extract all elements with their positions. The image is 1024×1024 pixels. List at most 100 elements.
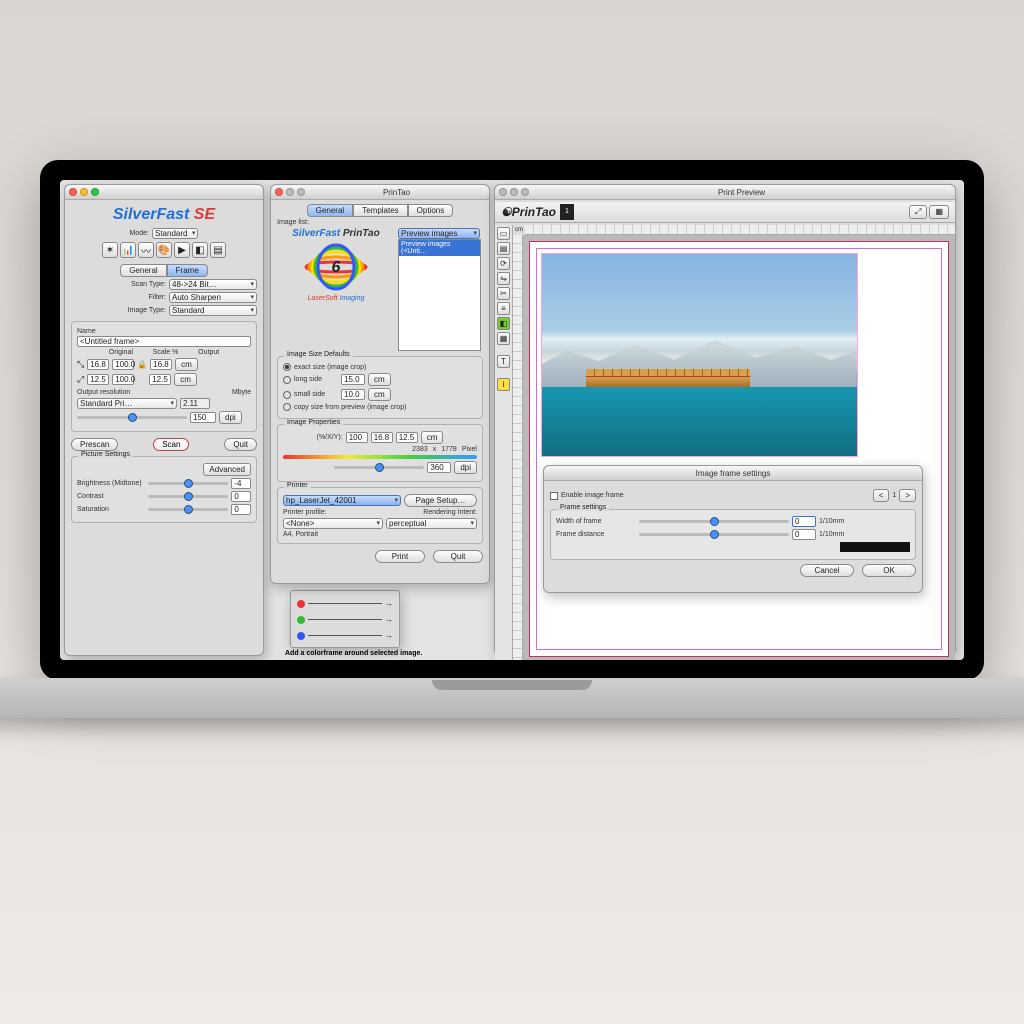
zoom-icon[interactable] xyxy=(521,188,529,196)
distance-field[interactable]: 0 xyxy=(792,529,816,540)
tool-icon-curve[interactable]: 〰 xyxy=(138,242,154,258)
tool-icon-1[interactable]: ✶ xyxy=(102,242,118,258)
long-field[interactable]: 15.0 xyxy=(341,374,365,385)
color-swatch[interactable] xyxy=(840,542,910,552)
mode-select[interactable]: Standard xyxy=(152,228,198,239)
x-field[interactable]: 16.8 xyxy=(371,432,393,443)
tool-text-icon[interactable]: T xyxy=(497,355,510,368)
filter-select[interactable]: Auto Sharpen xyxy=(169,292,257,303)
long-unit[interactable]: cm xyxy=(368,373,391,386)
tab-frame[interactable]: Frame xyxy=(167,264,208,277)
close-icon[interactable] xyxy=(499,188,507,196)
props-dpi-slider[interactable] xyxy=(334,466,424,469)
nav-next-button[interactable]: > xyxy=(899,489,916,502)
ok-button[interactable]: OK xyxy=(862,564,916,577)
tool-icon-7[interactable]: ▤ xyxy=(210,242,226,258)
advanced-button[interactable]: Advanced xyxy=(203,463,251,476)
out-h-field[interactable]: 12.5 xyxy=(149,374,171,385)
contrast-slider[interactable] xyxy=(148,495,228,498)
percent-field[interactable]: 100 xyxy=(346,432,368,443)
saturation-field[interactable]: 0 xyxy=(231,504,251,515)
silverfast-titlebar[interactable] xyxy=(65,185,263,200)
arrows-icon-2[interactable]: ⤢ xyxy=(77,374,84,385)
image-frame[interactable] xyxy=(541,253,858,457)
dpi-unit-button[interactable]: dpi xyxy=(219,411,242,424)
tool-icon-histogram[interactable]: 📊 xyxy=(120,242,136,258)
props-dpi-unit[interactable]: dpi xyxy=(454,461,477,474)
prescan-button[interactable]: Prescan xyxy=(71,438,118,451)
minimize-icon[interactable] xyxy=(286,188,294,196)
tool-crop-icon[interactable]: ✂ xyxy=(497,287,510,300)
scale-h-field[interactable]: 100.0 xyxy=(112,374,134,385)
list-item[interactable]: Preview images (<Unti… xyxy=(399,240,480,256)
tool-info-icon[interactable]: i xyxy=(497,378,510,391)
tool-icon-6[interactable]: ◧ xyxy=(192,242,208,258)
add-page-icon[interactable]: ▦ xyxy=(929,205,949,219)
tab-options[interactable]: Options xyxy=(408,204,454,217)
tool-pointer-icon[interactable]: ▭ xyxy=(497,227,510,240)
name-field[interactable]: <Untitled frame> xyxy=(77,336,251,347)
orig-w-field[interactable]: 16.8 xyxy=(87,359,109,370)
zoom-icon[interactable] xyxy=(91,188,99,196)
preview-titlebar[interactable]: Print Preview xyxy=(495,185,955,200)
output-pref-select[interactable]: Standard Pri… xyxy=(77,398,177,409)
unit-w-button[interactable]: cm xyxy=(175,358,198,371)
image-list-select[interactable]: Preview images xyxy=(398,228,480,239)
scan-button[interactable]: Scan xyxy=(153,438,189,451)
y-field[interactable]: 12.5 xyxy=(396,432,418,443)
small-field[interactable]: 10.0 xyxy=(341,389,365,400)
xy-unit[interactable]: cm xyxy=(421,431,444,444)
brightness-slider[interactable] xyxy=(148,482,228,485)
quit-button[interactable]: Quit xyxy=(224,438,257,451)
small-unit[interactable]: cm xyxy=(368,388,391,401)
quit-button[interactable]: Quit xyxy=(433,550,483,563)
brightness-field[interactable]: -4 xyxy=(231,478,251,489)
tab-general[interactable]: General xyxy=(120,264,166,277)
tool-flip-icon[interactable]: ⇋ xyxy=(497,272,510,285)
expand-icon[interactable]: ⤢ xyxy=(909,205,927,219)
out-w-field[interactable]: 16.8 xyxy=(150,359,172,370)
scale-w-field[interactable]: 100.0 xyxy=(112,359,134,370)
radio-long[interactable] xyxy=(283,376,291,384)
printao-titlebar[interactable]: PrinTao xyxy=(271,185,489,200)
image-listbox[interactable]: Preview images (<Unti… xyxy=(398,239,481,351)
image-type-select[interactable]: Standard xyxy=(169,305,257,316)
dpi-field[interactable]: 150 xyxy=(190,412,216,423)
radio-small[interactable] xyxy=(283,391,291,399)
enable-frame-checkbox[interactable] xyxy=(550,492,558,500)
tool-color-icon[interactable]: ◧ xyxy=(497,317,510,330)
saturation-slider[interactable] xyxy=(148,508,228,511)
nav-prev-button[interactable]: < xyxy=(873,489,890,502)
canvas-area[interactable]: Image frame settings Enable image frame … xyxy=(523,235,955,660)
tool-rotate-icon[interactable]: ⟳ xyxy=(497,257,510,270)
minimize-icon[interactable] xyxy=(80,188,88,196)
tab-templates[interactable]: Templates xyxy=(353,204,407,217)
dpi-slider[interactable] xyxy=(77,416,187,419)
tool-layers-icon[interactable]: ▤ xyxy=(497,242,510,255)
distance-slider[interactable] xyxy=(639,533,789,536)
close-icon[interactable] xyxy=(275,188,283,196)
lock-icon[interactable]: 🔒 xyxy=(137,360,147,369)
props-dpi-field[interactable]: 360 xyxy=(427,462,451,473)
page[interactable] xyxy=(529,241,949,657)
arrows-icon[interactable]: ⤡ xyxy=(77,359,84,370)
orig-h-field[interactable]: 12.5 xyxy=(87,374,109,385)
scan-type-select[interactable]: 48->24 Bit… xyxy=(169,279,257,290)
tool-grid-icon[interactable]: ▦ xyxy=(497,332,510,345)
unit-h-button[interactable]: cm xyxy=(174,373,197,386)
print-button[interactable]: Print xyxy=(375,550,425,563)
width-field[interactable]: 0 xyxy=(792,516,816,527)
radio-copy[interactable] xyxy=(283,403,291,411)
page-setup-button[interactable]: Page Setup… xyxy=(404,494,477,507)
intent-select[interactable]: perceptual xyxy=(386,518,477,529)
tool-align-icon[interactable]: ≡ xyxy=(497,302,510,315)
close-icon[interactable] xyxy=(69,188,77,196)
tool-icon-color[interactable]: 🎨 xyxy=(156,242,172,258)
page-thumb[interactable]: 1 xyxy=(560,204,574,220)
printer-select[interactable]: hp_LaserJet_42001 xyxy=(283,495,401,506)
contrast-field[interactable]: 0 xyxy=(231,491,251,502)
width-slider[interactable] xyxy=(639,520,789,523)
cancel-button[interactable]: Cancel xyxy=(800,564,854,577)
minimize-icon[interactable] xyxy=(510,188,518,196)
tool-icon-5[interactable]: ▶ xyxy=(174,242,190,258)
